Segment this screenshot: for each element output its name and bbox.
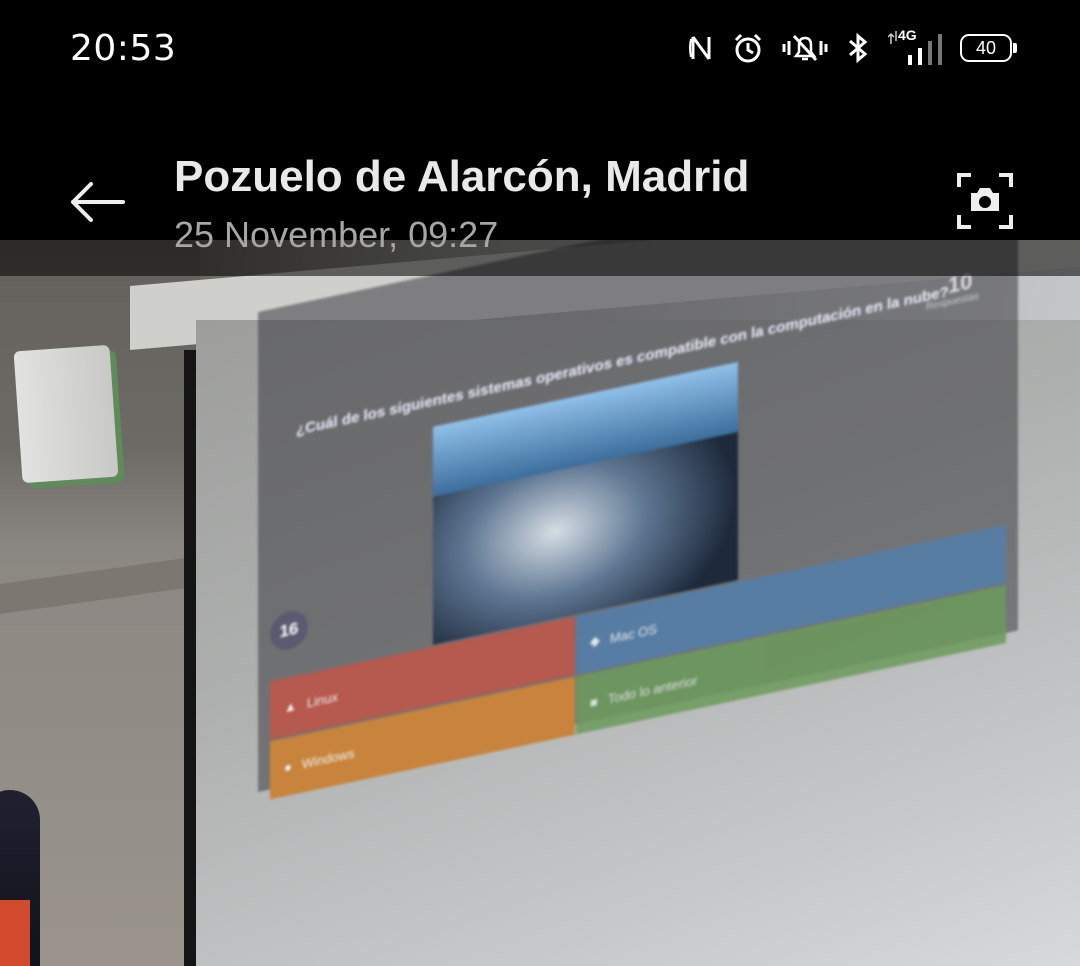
- status-time: 20:53: [70, 28, 177, 69]
- triangle-icon: ▲: [284, 697, 297, 715]
- lens-button[interactable]: [950, 168, 1020, 234]
- square-icon: ■: [590, 693, 598, 710]
- alarm-icon: [732, 32, 764, 64]
- status-bar: 20:53 4G 40: [0, 0, 1080, 100]
- answer-label: Mac OS: [610, 620, 657, 646]
- answer-label: Windows: [301, 744, 355, 772]
- signal-icon: 4G: [888, 27, 942, 65]
- location-title: Pozuelo de Alarcón, Madrid: [174, 152, 750, 201]
- circle-icon: ●: [284, 758, 292, 775]
- answer-label: Todo lo anterior: [607, 672, 698, 707]
- back-button[interactable]: [62, 172, 132, 232]
- date-time-subtitle: 25 November, 09:27: [174, 214, 499, 255]
- person-jacket: [0, 900, 30, 966]
- back-arrow-icon: [71, 182, 125, 222]
- silent-icon: [782, 32, 828, 64]
- answer-label: Linux: [306, 688, 338, 711]
- diamond-icon: ◆: [590, 632, 600, 650]
- header-shade: [0, 240, 1080, 276]
- screen-edge: [184, 350, 196, 966]
- bluetooth-icon: [846, 32, 870, 64]
- status-icons: 4G 40: [688, 27, 1017, 68]
- nfc-icon: [688, 33, 714, 63]
- wall-speaker: [13, 344, 119, 484]
- camera-lens-icon: [957, 173, 1013, 229]
- battery-icon: 40: [960, 34, 1017, 62]
